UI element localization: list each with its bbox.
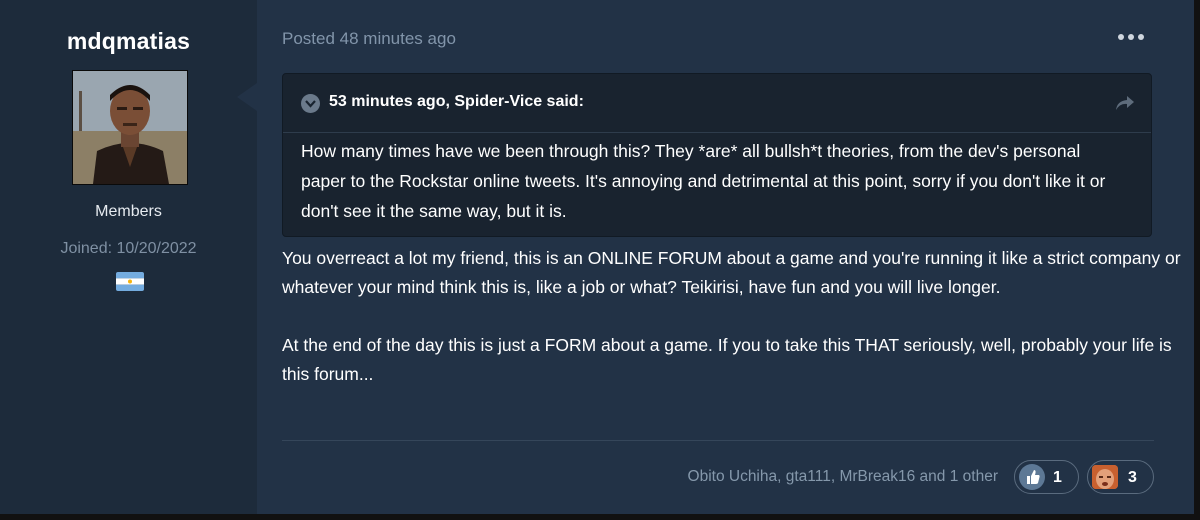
author-avatar[interactable] [72, 70, 188, 185]
post-paragraph: At the end of the day this is just a FOR… [282, 335, 1172, 384]
author-panel: mdqmatias Members Joined: 10/20/2022 [0, 0, 257, 514]
reaction-face-count: 3 [1128, 469, 1137, 486]
post-content: You overreact a lot my friend, this is a… [282, 244, 1182, 418]
quote-citation[interactable]: 53 minutes ago, Spider-Vice said: [329, 93, 584, 111]
reactions-summary[interactable]: Obito Uchiha, gta111, MrBreak16 and 1 ot… [688, 468, 998, 486]
argentina-flag-icon [116, 272, 144, 291]
post-timestamp[interactable]: Posted 48 minutes ago [282, 29, 456, 49]
chevron-down-icon[interactable] [301, 94, 320, 113]
more-options-icon[interactable] [1118, 29, 1144, 45]
author-joined-date: Joined: 10/20/2022 [60, 240, 197, 257]
author-group: Members [95, 203, 162, 220]
reaction-like-count: 1 [1053, 469, 1062, 486]
forum-post: mdqmatias Members Joined: 10/20/2022 Pos… [0, 0, 1200, 520]
reaction-like-button[interactable]: 1 [1014, 460, 1079, 494]
quote-header: 53 minutes ago, Spider-Vice said: [283, 74, 1151, 133]
thumbs-up-icon [1019, 464, 1045, 490]
share-arrow-icon[interactable] [1115, 94, 1135, 112]
quote-block: 53 minutes ago, Spider-Vice said: How ma… [282, 73, 1152, 237]
post-paragraph: You overreact a lot my friend, this is a… [282, 248, 1181, 297]
gta-character-avatar [73, 71, 187, 184]
quote-text: How many times have we been through this… [301, 141, 1106, 221]
author-username[interactable]: mdqmatias [0, 28, 257, 55]
reaction-face-button[interactable]: 3 [1087, 460, 1154, 494]
author-pointer-arrow [237, 83, 257, 111]
post-divider [282, 440, 1154, 441]
face-reaction-icon [1092, 465, 1118, 489]
